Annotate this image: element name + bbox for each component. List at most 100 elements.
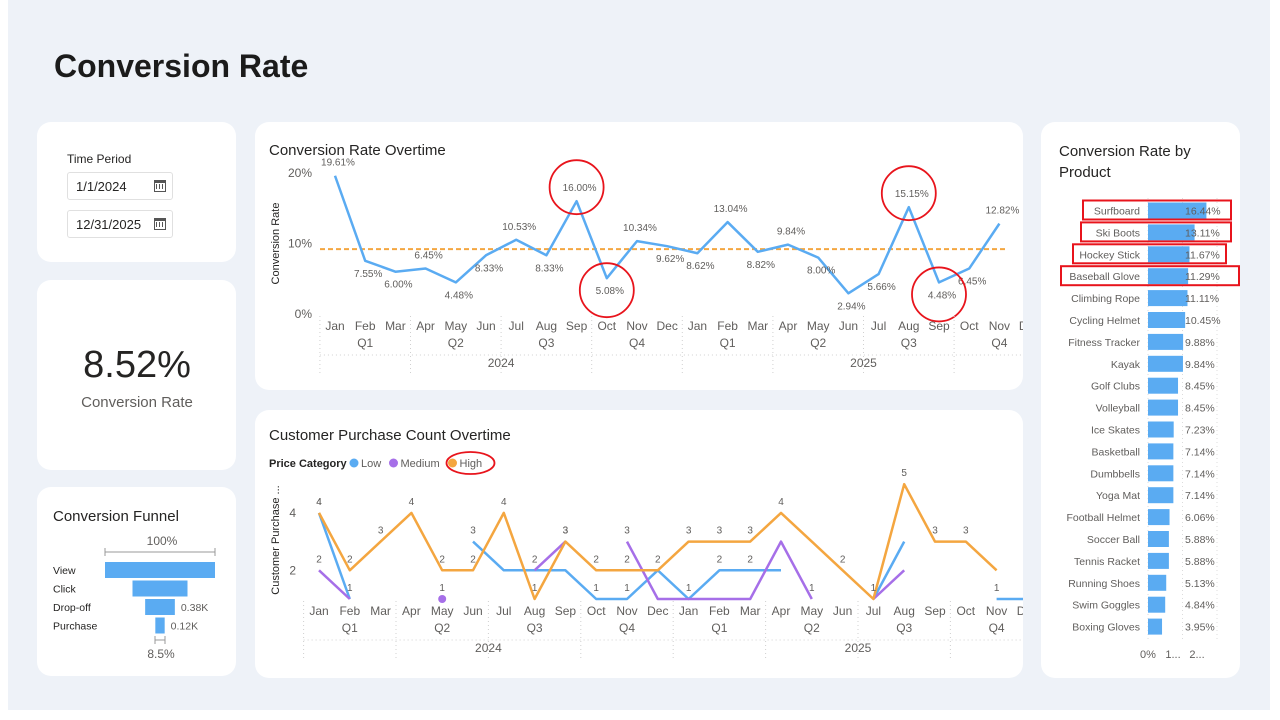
data-label: 11.67%: [1185, 249, 1220, 261]
product-bar: [1148, 377, 1179, 394]
product-bar: [1148, 618, 1163, 635]
x-tick-label: Sep: [924, 604, 946, 618]
x-tick-label: Sep: [555, 604, 577, 618]
category-label: Football Helmet: [1066, 512, 1140, 524]
x-tick-label: Mar: [370, 604, 391, 618]
y-tick-label: 10%: [288, 237, 312, 251]
category-label: Golf Clubs: [1091, 381, 1140, 393]
data-label: 12.82%: [985, 206, 1019, 217]
x-tick-label: Apr: [402, 604, 421, 618]
slicer-label: Time Period: [67, 152, 132, 166]
data-label: 16.44%: [1185, 206, 1221, 218]
x-quarter-label: Q3: [896, 621, 912, 635]
data-label: 3: [470, 526, 476, 537]
category-label: Baseball Glove: [1069, 271, 1140, 283]
data-label: 9.84%: [777, 227, 805, 238]
data-label: 11.11%: [1185, 293, 1219, 305]
data-label: 4: [409, 497, 415, 508]
category-label: Ski Boots: [1096, 227, 1140, 239]
y-axis-label: Customer Purchase ...: [270, 485, 282, 594]
y-tick-label: 4: [289, 506, 296, 520]
x-tick-label: May: [807, 319, 830, 333]
x-tick-label: Jun: [833, 604, 852, 618]
x-tick-label: Jun: [463, 604, 482, 618]
data-label: 5.13%: [1185, 578, 1215, 590]
funnel-stage-label: Purchase: [53, 621, 98, 633]
legend-marker: [448, 458, 457, 468]
data-label: 4: [501, 497, 507, 508]
x-quarter-label: Q4: [629, 336, 645, 350]
data-label: 3: [963, 526, 969, 537]
y-tick-label: 0%: [295, 307, 313, 321]
category-label: Ice Skates: [1091, 425, 1140, 437]
data-label: 8.45%: [1185, 381, 1215, 393]
x-tick-label: Jun: [476, 319, 495, 333]
page-title: Conversion Rate: [54, 48, 309, 84]
data-label: 4.84%: [1185, 600, 1215, 612]
x-year-label: 2024: [475, 641, 502, 655]
data-label: 5.08%: [596, 286, 624, 297]
data-label: 10.45%: [1185, 315, 1221, 327]
x-tick-label: Oct: [597, 319, 616, 333]
data-label: 7.14%: [1185, 446, 1215, 458]
product-bar: [1148, 443, 1174, 460]
category-label: Cycling Helmet: [1069, 315, 1140, 327]
series-line-medium: [533, 540, 567, 572]
funnel-stage-label: View: [53, 565, 76, 577]
product-bar: [1148, 574, 1167, 591]
product-rate-chart: Surfboard 16.44% Ski Boots 13.11% Hockey Sti…: [1060, 198, 1240, 661]
data-label: 7.14%: [1185, 490, 1215, 502]
funnel-bar: [145, 599, 175, 615]
data-label: 7.55%: [354, 269, 382, 280]
data-label: 4.48%: [445, 290, 473, 301]
end-date-input[interactable]: 12/31/2025: [67, 210, 173, 238]
x-quarter-label: Q3: [527, 621, 543, 635]
start-date-input[interactable]: 1/1/2024: [67, 172, 173, 200]
x-tick-label: Apr: [772, 604, 791, 618]
funnel-stage-label: Drop-off: [53, 602, 91, 614]
data-label: 16.00%: [563, 183, 597, 194]
data-label: 3: [563, 526, 569, 537]
x-tick-label: Oct: [587, 604, 606, 618]
x-quarter-label: Q4: [619, 621, 635, 635]
data-label: 1: [593, 583, 599, 594]
calendar-icon[interactable]: [154, 218, 166, 230]
x-tick-label: Jan: [325, 319, 344, 333]
data-label: 3: [378, 526, 384, 537]
legend-title: Price Category: [269, 458, 348, 470]
data-label: 1: [532, 583, 538, 594]
x-tick-label: Sep: [928, 319, 950, 333]
x-tick-label: Jul: [866, 604, 881, 618]
y-tick-label: 20%: [288, 166, 312, 180]
data-label: 1: [686, 583, 692, 594]
x-tick-label: May: [431, 604, 454, 618]
product-rate-card: Conversion Rate by Product Surfboard 16.4…: [1041, 122, 1240, 678]
data-label: 8.62%: [686, 261, 714, 272]
category-label: Kayak: [1111, 359, 1141, 371]
data-label: 15.15%: [895, 189, 929, 200]
data-label: 3: [747, 526, 753, 537]
x-tick-label: Jun: [839, 319, 858, 333]
data-label: 13.04%: [714, 204, 748, 215]
data-label: 3.95%: [1185, 622, 1215, 634]
calendar-icon[interactable]: [154, 180, 166, 192]
series-point-medium: [438, 595, 447, 603]
funnel-value-label: 0.38K: [181, 602, 208, 614]
x-year-label: 2025: [845, 641, 872, 655]
data-label: 8.33%: [535, 263, 563, 274]
x-tick-label: Dec: [647, 604, 668, 618]
data-label: 1: [994, 583, 1000, 594]
data-label: 7.23%: [1185, 425, 1215, 437]
x-tick-label: Feb: [709, 604, 730, 618]
x-tick-label: Dec: [657, 319, 678, 333]
funnel-stage-label: Click: [53, 584, 76, 596]
data-label: 1: [347, 583, 353, 594]
x-quarter-label: Q1: [720, 336, 736, 350]
x-tick-label: Aug: [894, 604, 915, 618]
category-label: Running Shoes: [1068, 578, 1140, 590]
y-axis-label: Conversion Rate: [270, 203, 282, 285]
x-quarter-label: Q2: [448, 336, 464, 350]
data-label: 5: [901, 468, 907, 479]
kpi-label: Conversion Rate: [81, 394, 193, 411]
purchase-count-card: Customer Purchase Count Overtime Price C…: [255, 410, 1023, 678]
